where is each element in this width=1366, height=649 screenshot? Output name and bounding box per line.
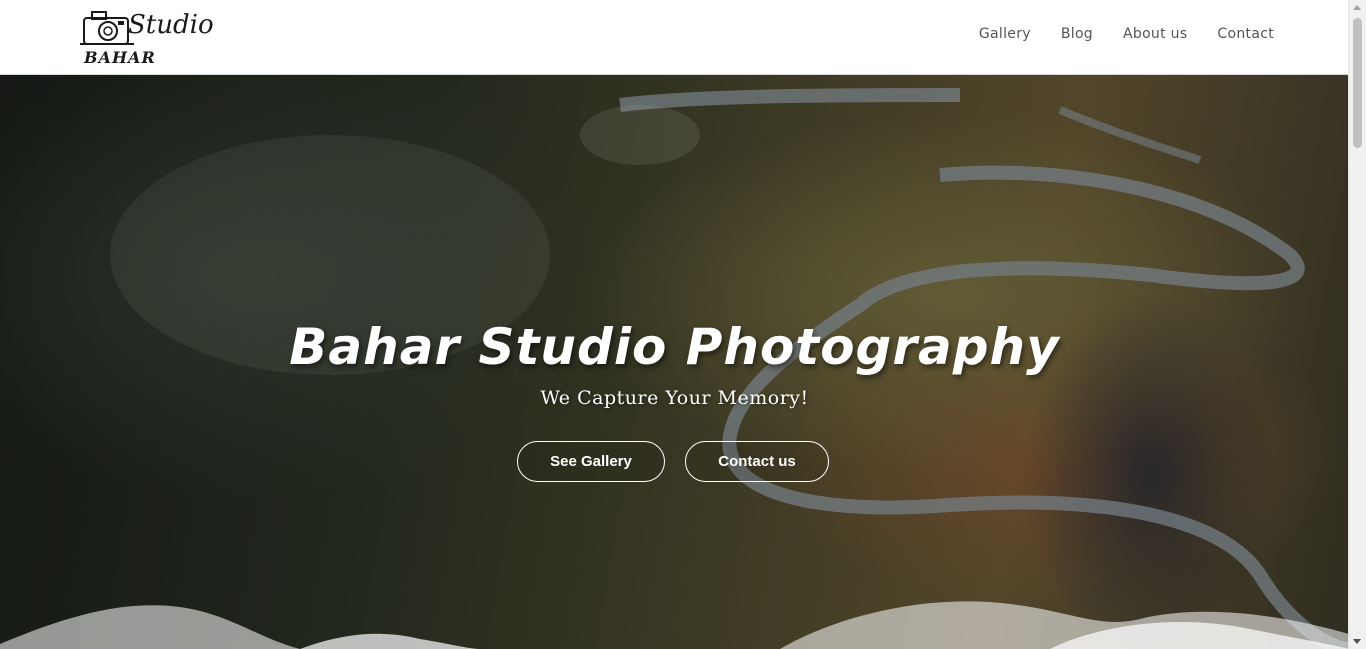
site-header: Studio BAHAR Gallery Blog About us Conta… [0,0,1349,75]
main-nav: Gallery Blog About us Contact [949,26,1274,42]
nav-link-blog[interactable]: Blog [1061,26,1093,42]
scrollbar-thumb[interactable] [1353,18,1362,148]
see-gallery-button[interactable]: See Gallery [517,441,665,482]
page-scrollbar[interactable] [1348,0,1366,649]
nav-link-contact[interactable]: Contact [1217,26,1274,42]
hero-wave-divider [0,601,1349,649]
logo-bahar-text: BAHAR [84,48,156,67]
site-logo[interactable]: Studio BAHAR [76,4,214,70]
logo-studio-text: Studio [128,10,214,40]
hero-title: Bahar Studio Photography [289,318,1060,376]
nav-link-about[interactable]: About us [1123,26,1187,42]
hero-section: Bahar Studio Photography We Capture Your… [0,75,1349,649]
hero-subtitle: We Capture Your Memory! [540,387,809,409]
contact-us-button[interactable]: Contact us [685,441,829,482]
scroll-up-arrow-icon[interactable] [1353,5,1361,10]
scroll-down-arrow-icon[interactable] [1353,639,1361,644]
nav-link-gallery[interactable]: Gallery [979,26,1031,42]
